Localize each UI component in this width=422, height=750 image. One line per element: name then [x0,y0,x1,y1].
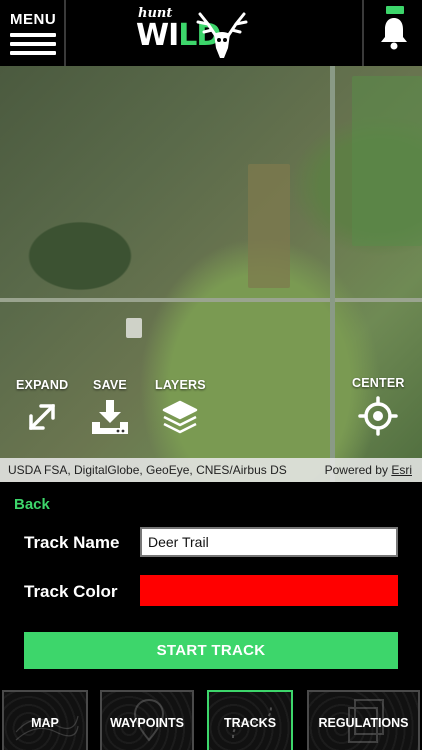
notification-badge [386,6,404,14]
tab-map[interactable]: MAP [2,690,88,750]
track-color-label: Track Color [24,582,118,601]
esri-link[interactable]: Esri [391,463,412,477]
tab-regulations[interactable]: REGULATIONS [307,690,420,750]
center-control[interactable]: CENTER [352,376,405,441]
expand-icon [29,404,55,430]
satellite-map[interactable]: EXPAND SAVE LAYERS CENTER USDA FSA, Digi… [0,66,422,482]
map-field-patch [248,164,290,288]
track-name-label: Track Name [24,533,120,552]
menu-label: MENU [10,11,57,28]
expand-control[interactable]: EXPAND [16,378,68,441]
hunt-wild-logo: hunt WILD [132,4,252,62]
start-track-button[interactable]: START TRACK [24,632,398,669]
track-panel: Back Track Name Track Color START TRACK [0,482,422,688]
map-attribution: USDA FSA, DigitalGlobe, GeoEye, CNES/Air… [8,463,287,477]
track-color-picker[interactable] [140,575,398,606]
layers-label: LAYERS [155,378,206,392]
map-attribution-bar: USDA FSA, DigitalGlobe, GeoEye, CNES/Air… [0,458,422,482]
menu-button[interactable]: MENU [0,0,66,66]
tab-waypoints[interactable]: WAYPOINTS [100,690,194,750]
tab-regulations-label: REGULATIONS [318,716,409,730]
bottom-tab-bar: MAP WAYPOINTS TRACKS REGULATIONS [0,688,422,750]
crosshair-icon [358,396,399,436]
tab-waypoints-label: WAYPOINTS [110,716,184,730]
save-label: SAVE [93,378,127,392]
app-header: MENU hunt WILD [0,0,422,66]
bell-icon [381,18,407,50]
deer-antler-icon [196,12,248,58]
center-label: CENTER [352,376,405,390]
save-control[interactable]: SAVE [90,378,130,441]
powered-by: Powered by Esri [324,463,412,477]
tab-tracks[interactable]: TRACKS [207,690,293,750]
tab-map-label: MAP [31,716,59,730]
track-name-input[interactable] [140,527,398,557]
notifications-button[interactable] [362,0,422,66]
tab-tracks-label: TRACKS [223,716,277,730]
map-building [126,318,142,338]
expand-label: EXPAND [16,378,69,392]
layers-control[interactable]: LAYERS [155,378,206,441]
map-field-patch [352,76,422,246]
download-icon [92,400,128,434]
back-link[interactable]: Back [14,496,50,513]
hamburger-icon [10,33,56,60]
layers-icon [163,400,198,434]
